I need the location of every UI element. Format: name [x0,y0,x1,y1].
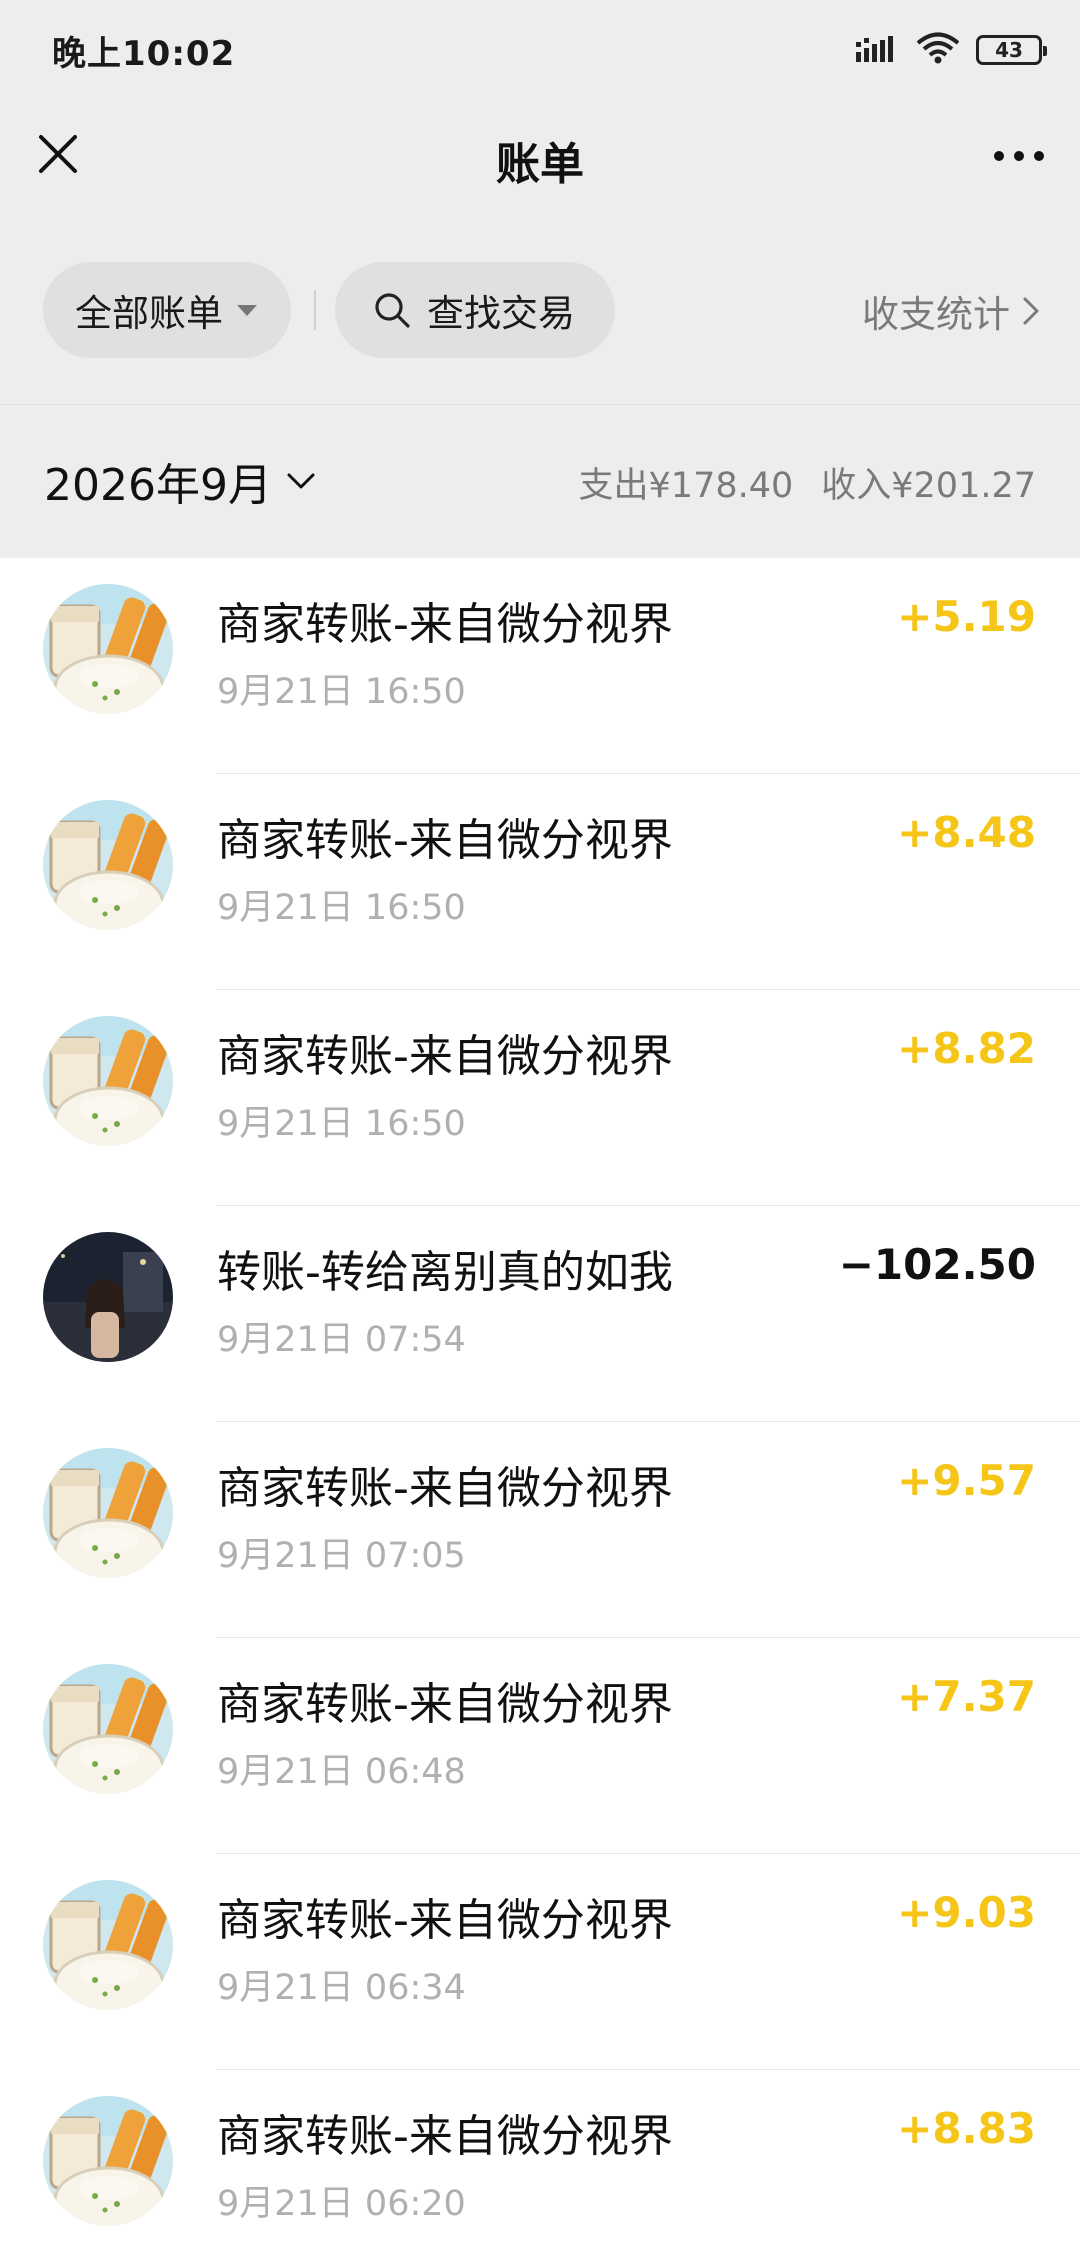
all-bills-label: 全部账单 [75,292,223,335]
month-income: 收入¥201.27 [821,466,1036,506]
search-label: 查找交易 [427,292,575,335]
chevron-right-icon [1022,296,1040,326]
transaction-title: 商家转账-来自微分视界 [217,1679,673,1730]
nav-bar: 账单 [0,96,1080,216]
transaction-row[interactable]: 商家转账-来自微分视界 9月21日 06:48 +7.37 [0,1638,1080,1854]
chevron-down-icon [286,472,316,490]
food-avatar [43,1016,173,1146]
more-icon [993,147,1045,166]
transaction-title: 商家转账-来自微分视界 [217,599,673,650]
month-header: 2026年9月 支出¥178.40 收入¥201.27 [0,404,1080,558]
filter-bar: 全部账单 查找交易 收支统计 [0,262,1080,358]
transaction-row[interactable]: 商家转账-来自微分视界 9月21日 16:50 +5.19 [0,558,1080,774]
transaction-row[interactable]: 商家转账-来自微分视界 9月21日 06:20 +8.83 [0,2070,1080,2248]
food-avatar [43,584,173,714]
food-avatar [43,1448,173,1578]
wifi-icon [916,32,960,68]
food-avatar [43,1880,173,2010]
transaction-amount: −102.50 [838,1240,1036,1289]
transaction-row[interactable]: 商家转账-来自微分视界 9月21日 16:50 +8.48 [0,774,1080,990]
transaction-title: 商家转账-来自微分视界 [217,1895,673,1946]
more-button[interactable] [984,126,1054,186]
month-expense: 支出¥178.40 [578,466,794,506]
transaction-row[interactable]: 商家转账-来自微分视界 9月21日 07:05 +9.57 [0,1422,1080,1638]
stats-link[interactable]: 收支统计 [862,284,1040,338]
transaction-amount: +8.82 [897,1024,1036,1073]
caret-down-icon [237,304,257,316]
transaction-row[interactable]: 商家转账-来自微分视界 9月21日 06:34 +9.03 [0,1854,1080,2070]
status-time: 晚上10:02 [52,34,236,74]
transaction-row[interactable]: 转账-转给离别真的如我 9月21日 07:54 −102.50 [0,1206,1080,1422]
month-summary: 支出¥178.40 收入¥201.27 [579,457,1036,508]
status-bar: 晚上10:02 43 [0,0,1080,96]
transaction-time: 9月21日 16:50 [217,672,466,712]
food-avatar [43,1664,173,1794]
food-avatar [43,2096,173,2226]
status-icons: 43 [856,30,1047,70]
transaction-row[interactable]: 商家转账-来自微分视界 9月21日 16:50 +8.82 [0,990,1080,1206]
transaction-amount: +5.19 [897,592,1036,641]
transaction-amount: +8.83 [897,2104,1036,2153]
month-selector[interactable]: 2026年9月 [44,449,316,513]
signal-icon [856,34,900,66]
transaction-amount: +7.37 [897,1672,1036,1721]
transaction-time: 9月21日 16:50 [217,1104,466,1144]
battery-level: 43 [995,38,1023,62]
transaction-title: 转账-转给离别真的如我 [217,1247,673,1298]
page-title: 账单 [496,139,584,190]
transaction-time: 9月21日 06:20 [217,2184,466,2224]
person-avatar [43,1232,173,1362]
transaction-time: 9月21日 07:05 [217,1536,466,1576]
transaction-title: 商家转账-来自微分视界 [217,2111,673,2162]
filter-divider [314,290,316,330]
transaction-title: 商家转账-来自微分视界 [217,815,673,866]
search-transactions-button[interactable]: 查找交易 [335,262,615,358]
bill-page: 晚上10:02 43 账单 全部账单 查找交易 收支统计 2026年9月 支出¥… [0,0,1080,2248]
transaction-amount: +8.48 [897,808,1036,857]
transaction-title: 商家转账-来自微分视界 [217,1031,673,1082]
transaction-amount: +9.03 [897,1888,1036,1937]
transaction-time: 9月21日 06:34 [217,1968,466,2008]
month-label: 2026年9月 [44,460,272,511]
search-icon [373,291,411,329]
transaction-time: 9月21日 16:50 [217,888,466,928]
transaction-time: 9月21日 07:54 [217,1320,466,1360]
battery-icon: 43 [976,35,1047,65]
transaction-title: 商家转账-来自微分视界 [217,1463,673,1514]
transaction-amount: +9.57 [897,1456,1036,1505]
transaction-list: 商家转账-来自微分视界 9月21日 16:50 +5.19 商家转账-来自微分视界 9… [0,558,1080,2248]
transaction-time: 9月21日 06:48 [217,1752,466,1792]
all-bills-filter[interactable]: 全部账单 [43,262,291,358]
food-avatar [43,800,173,930]
stats-label: 收支统计 [862,293,1010,336]
